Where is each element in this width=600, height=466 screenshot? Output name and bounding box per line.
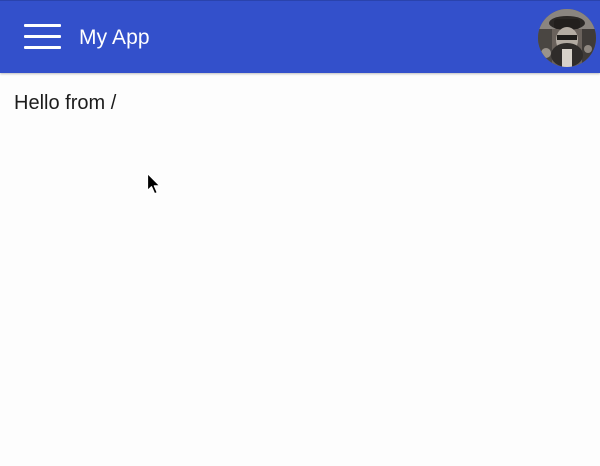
avatar-image [538, 9, 596, 67]
hamburger-line-bottom [24, 46, 61, 49]
route-text: Hello from / [14, 92, 117, 114]
menu-button[interactable] [20, 20, 64, 54]
hamburger-line-middle [24, 35, 61, 38]
user-avatar[interactable] [538, 9, 596, 67]
mouse-pointer-icon [146, 172, 161, 195]
app-bar: My App [0, 0, 600, 73]
app-title: My App [79, 26, 150, 49]
hamburger-line-top [24, 24, 61, 27]
